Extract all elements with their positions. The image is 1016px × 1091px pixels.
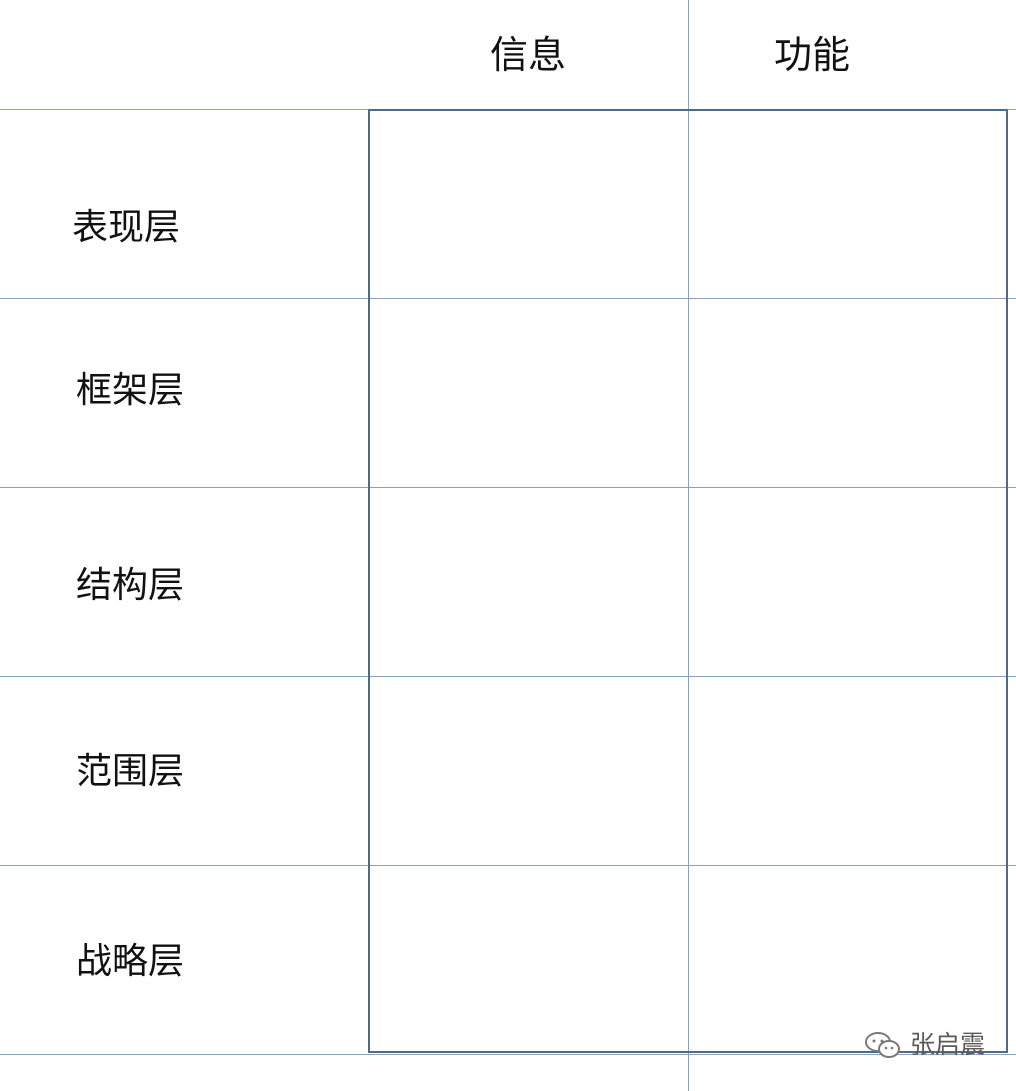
row-label-surface: 表现层 — [71, 207, 180, 248]
row-label-strategy: 战略层 — [75, 941, 184, 982]
wechat-icon — [864, 1030, 902, 1060]
watermark-text: 张启震 — [910, 1030, 986, 1059]
layer-grid-box — [368, 109, 1008, 1053]
row-label-scope: 范围层 — [75, 751, 184, 792]
column-header-function: 功能 — [773, 33, 850, 77]
column-header-info: 信息 — [489, 33, 566, 77]
watermark: 张启震 — [864, 1030, 985, 1060]
row-label-skeleton: 框架层 — [75, 370, 184, 411]
row-label-structure: 结构层 — [75, 565, 184, 606]
